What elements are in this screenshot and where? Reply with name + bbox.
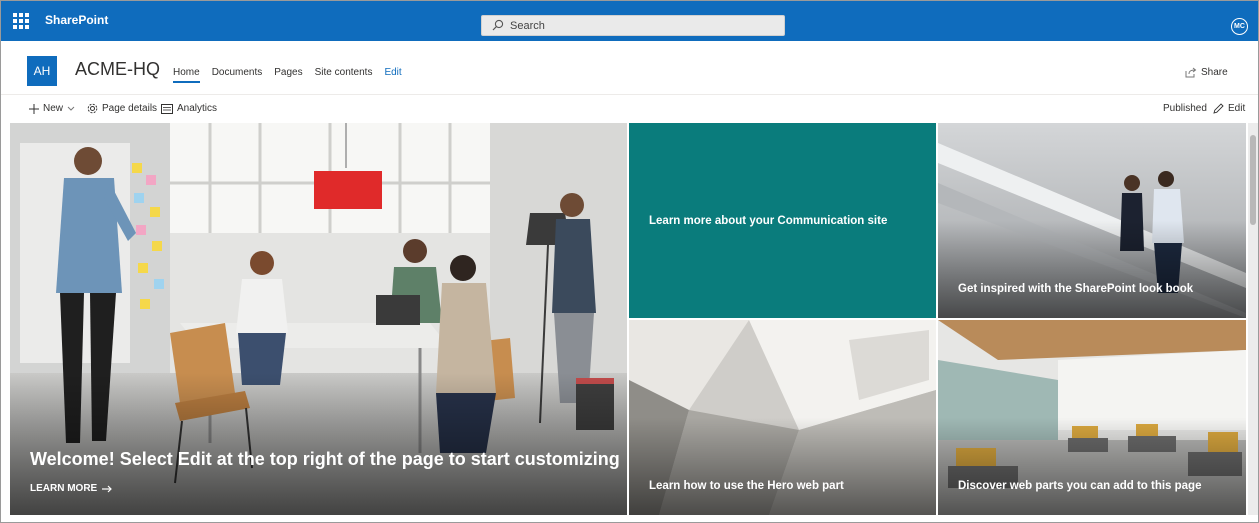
gear-icon — [87, 103, 98, 114]
hero-tile-look-book[interactable]: Get inspired with the SharePoint look bo… — [938, 123, 1246, 318]
site-header: AH ACME-HQ Home Documents Pages Site con… — [1, 42, 1258, 95]
analytics-button[interactable]: Analytics — [161, 103, 217, 114]
search-icon — [492, 19, 504, 31]
site-navigation: Home Documents Pages Site contents Edit — [173, 67, 414, 83]
hero-tile-title: Learn how to use the Hero web part — [649, 480, 844, 492]
published-label: Published — [1163, 103, 1207, 114]
chevron-down-icon — [67, 106, 75, 111]
nav-documents[interactable]: Documents — [212, 67, 263, 83]
sharepoint-window: SharePoint MC AH ACME-HQ Home Documents … — [0, 0, 1259, 523]
account-avatar[interactable]: MC — [1231, 18, 1248, 35]
site-title[interactable]: ACME-HQ — [75, 59, 160, 80]
hero-tile-title: Learn more about your Communication site — [649, 215, 888, 227]
arrow-right-icon — [102, 485, 113, 492]
nav-site-contents[interactable]: Site contents — [315, 67, 373, 83]
publish-status: Published — [1163, 103, 1207, 114]
nav-pages[interactable]: Pages — [274, 67, 302, 83]
share-icon — [1185, 67, 1197, 78]
analytics-label: Analytics — [177, 103, 218, 114]
hero-tile-title: Get inspired with the SharePoint look bo… — [958, 283, 1194, 295]
share-label: Share — [1201, 67, 1228, 78]
nav-home[interactable]: Home — [173, 67, 200, 83]
app-name[interactable]: SharePoint — [45, 13, 108, 27]
new-label: New — [43, 103, 64, 114]
plus-icon — [29, 103, 39, 114]
command-bar: New Page details Analytics Published Edi… — [1, 95, 1258, 123]
hero-tile-hero-web-part[interactable]: Learn how to use the Hero web part — [629, 320, 936, 515]
page-details-button[interactable]: Page details — [87, 103, 157, 114]
share-button[interactable]: Share — [1185, 67, 1228, 78]
app-launcher-icon[interactable] — [13, 13, 29, 29]
edit-label: Edit — [1228, 103, 1246, 114]
page-details-label: Page details — [102, 103, 158, 114]
learn-more-link[interactable]: LEARN MORE — [30, 483, 113, 494]
pencil-icon — [1213, 103, 1224, 114]
edit-page-button[interactable]: Edit — [1213, 103, 1245, 114]
scrollbar-thumb[interactable] — [1250, 135, 1256, 225]
site-logo[interactable]: AH — [27, 56, 57, 86]
analytics-icon — [161, 103, 173, 114]
hero-tile-communication-site[interactable]: Learn more about your Communication site — [629, 123, 936, 318]
hero-tile-web-parts[interactable]: Discover web parts you can add to this p… — [938, 320, 1246, 515]
hero-tile-title: Discover web parts you can add to this p… — [958, 480, 1202, 492]
page-scrollbar[interactable] — [1248, 123, 1258, 515]
learn-more-label: LEARN MORE — [30, 483, 98, 494]
nav-edit-link[interactable]: Edit — [384, 67, 401, 83]
search-input[interactable] — [510, 17, 770, 34]
new-button[interactable]: New — [29, 103, 75, 114]
hero-main-tile[interactable]: Welcome! Select Edit at the top right of… — [10, 123, 627, 515]
search-box[interactable] — [481, 15, 785, 36]
suite-bar: SharePoint MC — [1, 1, 1258, 41]
hero-main-title: Welcome! Select Edit at the top right of… — [30, 449, 620, 469]
